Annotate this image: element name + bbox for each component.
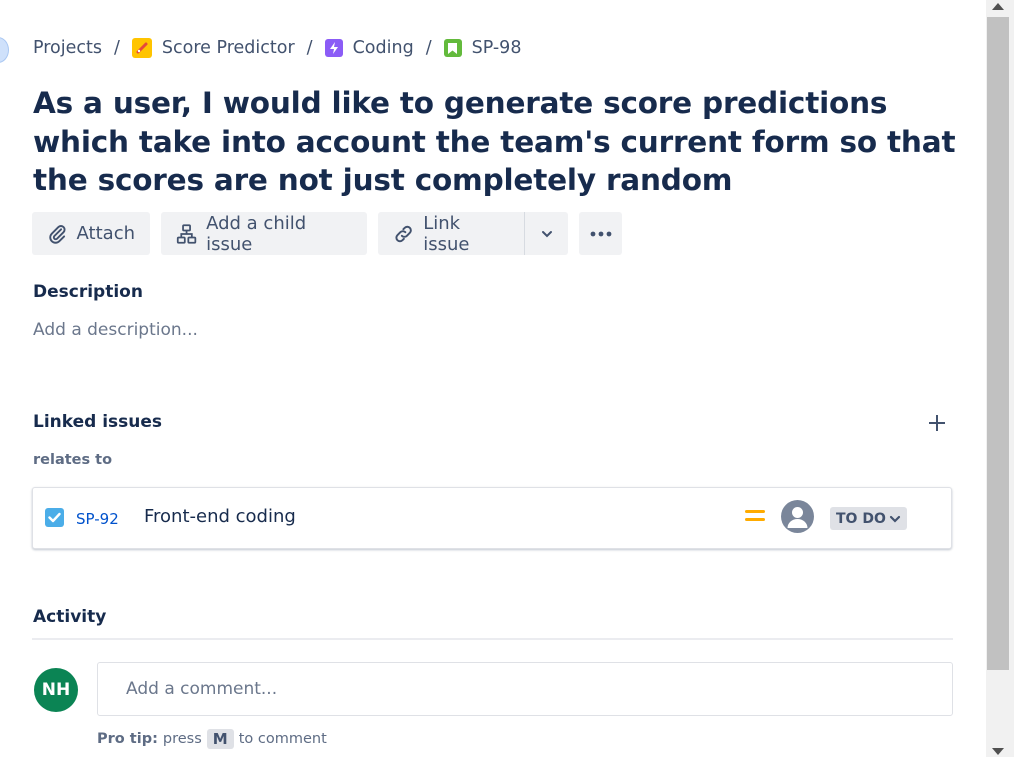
breadcrumb-separator: / [114, 38, 120, 58]
breadcrumb-separator: / [306, 38, 313, 58]
user-avatar[interactable]: NH [34, 668, 78, 712]
activity-heading: Activity [33, 607, 107, 627]
story-bookmark-icon [443, 39, 462, 57]
scrollbar-thumb[interactable] [987, 17, 1009, 670]
status-label: TO DO [836, 510, 886, 527]
more-dots-icon [590, 231, 611, 236]
breadcrumb-issue[interactable]: SP-98 [443, 38, 522, 58]
add-linked-issue-button[interactable] [926, 412, 948, 434]
description-field[interactable]: Add a description... [33, 320, 198, 340]
breadcrumb-projects[interactable]: Projects [33, 38, 102, 58]
link-issue-button[interactable]: Link issue [378, 212, 524, 255]
link-issue-dropdown-button[interactable] [524, 212, 568, 255]
sidebar-collapse-handle[interactable] [0, 37, 9, 63]
unassigned-avatar-icon[interactable] [781, 500, 814, 533]
medium-priority-icon [745, 510, 765, 526]
plus-icon [929, 415, 945, 431]
epic-lightning-icon [324, 39, 343, 57]
paperclip-icon [49, 224, 66, 244]
issue-actions-toolbar: Attach Add a child issue Link issue [32, 212, 633, 255]
description-heading: Description [33, 282, 143, 302]
scroll-up-arrow-icon[interactable] [992, 3, 1004, 10]
activity-divider [32, 638, 953, 640]
status-dropdown[interactable]: TO DO [830, 507, 907, 530]
scroll-down-arrow-icon[interactable] [992, 748, 1004, 755]
link-relation-label: relates to [33, 452, 113, 468]
linked-issue-summary[interactable]: Front-end coding [144, 506, 296, 527]
task-type-icon [45, 508, 64, 527]
pro-tip-label: Pro tip: [97, 731, 158, 747]
more-actions-button[interactable] [579, 212, 622, 255]
breadcrumb-epic-label: Coding [352, 38, 414, 58]
chevron-down-icon [889, 515, 900, 523]
add-child-issue-label: Add a child issue [206, 212, 307, 255]
child-issue-hierarchy-icon [176, 223, 197, 244]
link-chain-icon [395, 225, 412, 242]
keyboard-shortcut-key: M [206, 729, 234, 749]
breadcrumb: Projects / Score Predictor / Coding / SP… [33, 35, 521, 61]
attach-label: Attach [76, 223, 135, 244]
breadcrumb-epic[interactable]: Coding [324, 38, 414, 58]
pro-tip: Pro tip: press M to comment [97, 729, 327, 749]
link-issue-label: Link issue [423, 212, 470, 255]
breadcrumb-project[interactable]: Score Predictor [131, 38, 295, 58]
breadcrumb-projects-label: Projects [33, 38, 102, 58]
vertical-scrollbar[interactable] [986, 0, 1014, 757]
pro-tip-text-post: to comment [238, 731, 327, 747]
breadcrumb-project-label: Score Predictor [161, 38, 295, 58]
project-avatar-icon [131, 38, 152, 58]
linked-issue-key[interactable]: SP-92 [76, 510, 119, 528]
pro-tip-text-pre: press [162, 731, 202, 747]
issue-title[interactable]: As a user, I would like to generate scor… [33, 84, 963, 200]
chevron-down-icon [541, 230, 552, 237]
comment-input[interactable]: Add a comment... [97, 662, 953, 716]
attach-button[interactable]: Attach [32, 212, 150, 255]
breadcrumb-separator: / [425, 38, 432, 58]
linked-issues-heading: Linked issues [33, 412, 163, 432]
linked-issue-row[interactable]: SP-92 Front-end coding TO DO [32, 487, 952, 549]
add-child-issue-button[interactable]: Add a child issue [161, 212, 367, 255]
breadcrumb-issue-label: SP-98 [471, 38, 522, 58]
